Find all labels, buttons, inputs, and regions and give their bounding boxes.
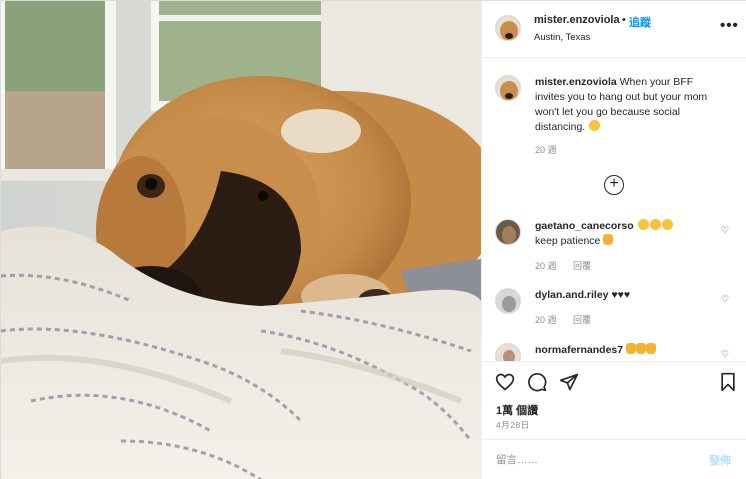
caption-username[interactable]: mister.enzoviola	[535, 76, 617, 88]
clap-emoji-icon	[646, 343, 657, 354]
post-actions: 1萬 個讚 4月28日	[482, 361, 746, 439]
comment-item: normafernandes7 ♡	[495, 343, 740, 361]
reply-button[interactable]: 回覆	[573, 261, 591, 271]
comment-like-heart-icon[interactable]: ♡	[721, 349, 729, 360]
caption-meta: 20 週	[535, 143, 571, 156]
comment-meta: 20 週 回覆	[535, 259, 605, 272]
comment-username[interactable]: gaetano_canecorso	[535, 220, 634, 232]
bookmark-icon[interactable]	[719, 372, 737, 397]
caption-age[interactable]: 20 週	[535, 145, 557, 155]
comment-input[interactable]	[496, 452, 696, 468]
post-comment-button[interactable]: 發佈	[709, 452, 731, 468]
comment-message: keep patience	[535, 235, 604, 247]
share-icon[interactable]	[559, 372, 579, 397]
caption-item: mister.enzoviola When your BFF invites y…	[495, 75, 740, 165]
dog-photo-image	[1, 1, 481, 479]
comment-like-heart-icon[interactable]: ♡	[721, 294, 729, 305]
more-options-icon[interactable]: •••	[720, 17, 739, 34]
comment-like-heart-icon[interactable]: ♡	[721, 225, 729, 236]
comment-age[interactable]: 20 週	[535, 261, 557, 271]
post-date[interactable]: 4月28日	[496, 419, 530, 431]
comment-meta: 20 週 回覆	[535, 313, 605, 326]
post-dialog: mister.enzoviola • 追蹤 Austin, Texas ••• …	[0, 0, 746, 479]
emoji-icon	[637, 219, 649, 230]
comment-message: ♥♥♥	[608, 289, 631, 301]
post-header: mister.enzoviola • 追蹤 Austin, Texas •••	[482, 1, 746, 58]
author-username[interactable]: mister.enzoviola	[534, 14, 620, 26]
separator-dot: •	[622, 14, 626, 26]
comment-icon[interactable]	[527, 372, 547, 397]
like-count[interactable]: 1萬 個讚	[496, 402, 538, 418]
clap-emoji-icon	[636, 343, 647, 354]
location-link[interactable]: Austin, Texas	[534, 32, 590, 43]
author-avatar[interactable]	[495, 15, 521, 41]
thumbs-up-emoji-icon	[603, 234, 614, 245]
add-circle-icon[interactable]: +	[604, 175, 624, 195]
comment-age[interactable]: 20 週	[535, 315, 557, 325]
comment-username[interactable]: normafernandes7	[535, 344, 623, 356]
grimace-emoji-icon	[589, 120, 601, 131]
caption-avatar[interactable]	[495, 75, 521, 101]
emoji-icon	[661, 219, 673, 230]
commenter-avatar[interactable]	[495, 343, 521, 361]
commenter-avatar[interactable]	[495, 219, 521, 245]
comment-text: dylan.and.riley ♥♥♥	[535, 288, 725, 303]
comment-item: dylan.and.riley ♥♥♥ ♡ 20 週 回覆	[495, 288, 740, 338]
commenter-avatar[interactable]	[495, 288, 521, 314]
comments-list[interactable]: mister.enzoviola When your BFF invites y…	[482, 59, 746, 361]
clap-emoji-icon	[626, 343, 637, 354]
comment-item: gaetano_canecorso keep patience ♡ 20 週 回…	[495, 219, 740, 272]
comment-text: normafernandes7	[535, 343, 725, 358]
add-comment-bar: 發佈	[482, 439, 746, 479]
comment-text: gaetano_canecorso keep patience	[535, 219, 725, 249]
post-photo[interactable]	[1, 1, 481, 479]
reply-button[interactable]: 回覆	[573, 315, 591, 325]
post-side-panel: mister.enzoviola • 追蹤 Austin, Texas ••• …	[481, 1, 746, 479]
follow-button[interactable]: 追蹤	[629, 14, 651, 30]
caption-text: mister.enzoviola When your BFF invites y…	[535, 75, 725, 135]
heart-icon[interactable]	[495, 372, 515, 397]
emoji-icon	[649, 219, 661, 230]
comment-username[interactable]: dylan.and.riley	[535, 289, 609, 301]
